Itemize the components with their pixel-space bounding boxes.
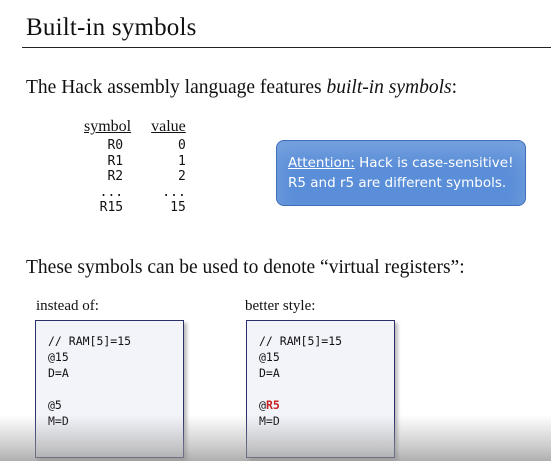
value-cell: ...: [162, 184, 186, 200]
code-line: @15: [259, 350, 280, 364]
right-caption: better style:: [245, 298, 316, 314]
attention-label: Attention:: [288, 155, 355, 171]
table-row: R15 15: [84, 200, 186, 216]
code-line: M=D: [259, 414, 280, 428]
left-caption: instead of:: [36, 298, 99, 314]
symbol-cell: R2: [107, 169, 124, 184]
attention-line-2: R5 and r5 are different symbols.: [288, 175, 507, 191]
title-divider: [22, 47, 551, 48]
highlighted-register: R5: [265, 398, 280, 412]
value-cell: 2: [177, 169, 186, 184]
symbol-cell: R15: [99, 200, 124, 215]
code-line: @15: [48, 350, 69, 364]
code-box-instead: // RAM[5]=15 @15 D=A @5 M=D: [35, 320, 184, 458]
table-row: R0 0: [84, 138, 186, 154]
slide-title: Built-in symbols: [26, 14, 197, 41]
intro-emphasis: built-in symbols: [326, 77, 452, 98]
code-line: // RAM[5]=15: [259, 334, 343, 348]
attention-line-1: Attention: Hack is case-sensitive!: [288, 155, 514, 171]
value-cell: 1: [177, 153, 186, 169]
intro-text: The Hack assembly language features buil…: [26, 77, 458, 98]
attention-callout: Attention: Hack is case-sensitive! R5 an…: [276, 140, 526, 206]
code-line: @5: [48, 398, 62, 412]
symbol-cell: R0: [107, 138, 124, 153]
table-row: ... ...: [84, 185, 186, 201]
symbol-cell: R1: [107, 153, 124, 169]
table-row: R1 1: [84, 153, 186, 170]
symbol-header: symbol: [84, 118, 132, 135]
symbol-cell: ...: [99, 184, 124, 200]
code-line: M=D: [48, 414, 69, 428]
virtual-registers-text: These symbols can be used to denote “vir…: [26, 257, 465, 278]
value-header: value: [151, 118, 186, 135]
value-cell: 15: [170, 200, 186, 215]
value-cell: 0: [177, 138, 186, 153]
table-row: R2 2: [84, 169, 186, 185]
code-line: // RAM[5]=15: [48, 334, 132, 348]
code-box-better: // RAM[5]=15 @15 D=A @R5 M=D: [246, 320, 395, 458]
code-line: @R5: [259, 398, 280, 412]
symbol-table: symbol value R0 0 R1 1 R2 2 ... ... R15 …: [84, 118, 186, 216]
code-line: D=A: [259, 366, 280, 380]
code-line: D=A: [48, 366, 69, 380]
